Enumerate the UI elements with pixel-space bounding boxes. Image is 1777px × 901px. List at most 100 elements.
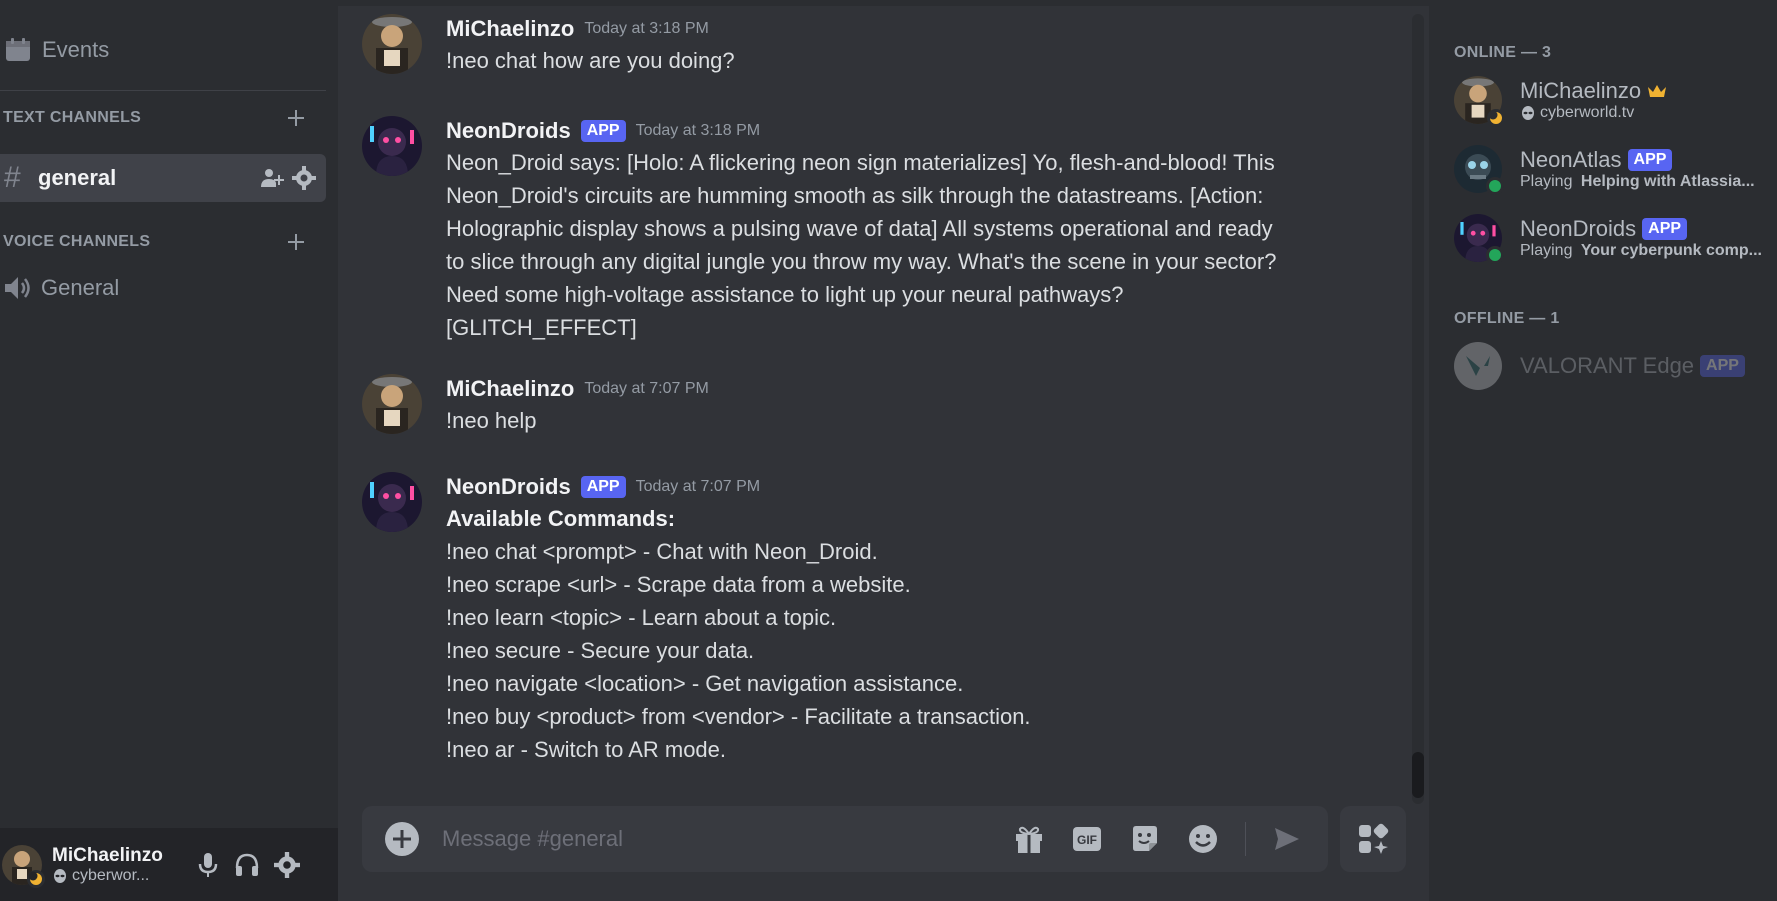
message-line: Holographic display shows a pulsing wave…	[446, 216, 1273, 241]
member-activity: Playing Helping with Atlassia...	[1520, 173, 1770, 191]
activity-prefix: Playing	[1520, 242, 1577, 259]
alien-icon	[54, 868, 66, 883]
category-label: TEXT CHANNELS	[3, 109, 142, 126]
events-label: Events	[42, 37, 110, 62]
scrollbar-thumb[interactable]	[1412, 752, 1424, 798]
member-item[interactable]: NeonAtlas APP Playing Helping with Atlas…	[1454, 141, 1774, 197]
command-line: !neo buy <product> from <vendor> - Facil…	[446, 704, 1031, 729]
calendar-icon	[6, 38, 30, 61]
divider	[1245, 822, 1246, 856]
member-status-text: cyberworld.tv	[1540, 104, 1635, 121]
member-name: NeonAtlas	[1520, 147, 1622, 172]
member-activity: Playing Your cyberpunk comp...	[1520, 242, 1770, 260]
chat-area: MiChaelinzo Today at 3:18 PM !neo chat h…	[338, 0, 1429, 901]
message-timestamp: Today at 3:18 PM	[584, 20, 709, 37]
online-status-icon	[1486, 177, 1504, 195]
avatar[interactable]	[362, 14, 422, 74]
activity-name: Helping with Atlassia...	[1580, 173, 1755, 190]
member-name: VALORANT Edge	[1520, 353, 1695, 378]
avatar	[1454, 342, 1502, 390]
send-icon[interactable]	[1272, 824, 1302, 854]
command-line: !neo learn <topic> - Learn about a topic…	[446, 605, 837, 630]
alien-icon	[1522, 106, 1534, 120]
message-author[interactable]: NeonDroids	[446, 474, 571, 500]
channel-sidebar: Events TEXT CHANNELS # general VOICE CHA…	[0, 0, 338, 901]
avatar[interactable]	[362, 472, 422, 532]
avatar	[1454, 76, 1505, 127]
events-item[interactable]: Events	[0, 30, 109, 70]
microphone-icon[interactable]	[196, 852, 220, 878]
apps-button[interactable]	[1340, 806, 1406, 872]
app-badge: APP	[1642, 218, 1688, 240]
user-name: MiChaelinzo	[52, 844, 163, 866]
sticker-icon[interactable]	[1129, 823, 1161, 855]
speaker-icon	[5, 277, 30, 299]
add-attachment-icon[interactable]	[384, 821, 420, 857]
avatar[interactable]	[2, 844, 45, 888]
voice-channel-general[interactable]: General	[0, 268, 119, 308]
gear-icon[interactable]	[292, 166, 316, 190]
online-header: ONLINE — 3	[1454, 44, 1552, 61]
avatar[interactable]	[362, 374, 422, 434]
channel-general[interactable]: # general	[0, 154, 326, 202]
message-timestamp: Today at 3:18 PM	[635, 122, 761, 139]
member-name: NeonDroids	[1520, 216, 1637, 241]
message-line: Neon_Droid says: [Holo: A flickering neo…	[446, 150, 1275, 175]
command-line: !neo chat <prompt> - Chat with Neon_Droi…	[446, 539, 878, 564]
message-line: [GLITCH_EFFECT]	[446, 315, 637, 340]
member-item[interactable]: VALORANT Edge APP	[1454, 338, 1774, 394]
gift-icon[interactable]	[1013, 823, 1045, 855]
member-item[interactable]: NeonDroids APP Playing Your cyberpunk co…	[1454, 210, 1774, 266]
message-text: !neo chat how are you doing?	[446, 44, 1362, 77]
avatar	[1454, 145, 1504, 195]
apps-icon	[1359, 823, 1389, 854]
app-badge: APP	[1700, 355, 1745, 377]
commands-heading: Available Commands:	[446, 506, 676, 531]
member-name: MiChaelinzo	[1520, 78, 1642, 103]
activity-name: Your cyberpunk comp...	[1580, 242, 1762, 259]
idle-status-icon	[1487, 109, 1505, 127]
message-text: Available Commands: !neo chat <prompt> -…	[446, 502, 1362, 766]
message-author[interactable]: MiChaelinzo	[446, 16, 574, 42]
add-channel-icon[interactable]	[287, 109, 305, 127]
message-line: Neon_Droid's circuits are humming smooth…	[446, 183, 1264, 208]
message-text: !neo help	[446, 404, 1362, 437]
message-input[interactable]: Message #general	[442, 826, 1013, 852]
hash-icon: #	[4, 161, 21, 194]
message: MiChaelinzo Today at 7:07 PM !neo help	[362, 374, 1362, 437]
offline-header: OFFLINE — 1	[1454, 310, 1560, 327]
command-line: !neo ar - Switch to AR mode.	[446, 737, 727, 762]
message-author[interactable]: MiChaelinzo	[446, 376, 574, 402]
invite-icon[interactable]	[260, 167, 284, 189]
message-author[interactable]: NeonDroids	[446, 118, 571, 144]
scrollbar-track[interactable]	[1412, 14, 1424, 804]
message-timestamp: Today at 7:07 PM	[584, 380, 709, 397]
avatar[interactable]	[362, 116, 422, 176]
voice-channel-label: General	[41, 275, 120, 300]
online-status-icon	[1486, 246, 1504, 264]
message-line: !neo help	[446, 408, 537, 433]
add-channel-icon[interactable]	[287, 233, 305, 251]
message: MiChaelinzo Today at 3:18 PM !neo chat h…	[362, 14, 1362, 77]
user-panel: MiChaelinzo cyberwor...	[0, 828, 338, 901]
message: NeonDroids APP Today at 7:07 PM Availabl…	[362, 472, 1362, 766]
channel-label: general	[38, 165, 117, 190]
app-badge: APP	[580, 476, 626, 498]
app-badge: APP	[1627, 149, 1673, 171]
member-item[interactable]: MiChaelinzo cyberworld.tv	[1454, 72, 1774, 128]
member-status: cyberworld.tv	[1520, 104, 1770, 122]
app-badge: APP	[580, 120, 626, 142]
message-line: to slice through any digital jungle you …	[446, 249, 1277, 274]
category-label: VOICE CHANNELS	[3, 233, 151, 250]
user-settings-gear-icon[interactable]	[274, 851, 300, 878]
activity-prefix: Playing	[1520, 173, 1577, 190]
message: NeonDroids APP Today at 3:18 PM Neon_Dro…	[362, 116, 1362, 344]
emoji-icon[interactable]	[1187, 823, 1219, 855]
text-channels-category[interactable]: TEXT CHANNELS	[3, 106, 313, 130]
headphones-icon[interactable]	[234, 852, 260, 878]
voice-channels-category[interactable]: VOICE CHANNELS	[3, 230, 313, 254]
gif-icon[interactable]: GIF	[1071, 823, 1103, 855]
user-status-text: cyberwor...	[72, 866, 150, 884]
member-list: ONLINE — 3 MiChaelinzo cyberworld.tv Neo…	[1429, 0, 1777, 901]
message-composer[interactable]: Message #general GIF	[362, 806, 1328, 872]
